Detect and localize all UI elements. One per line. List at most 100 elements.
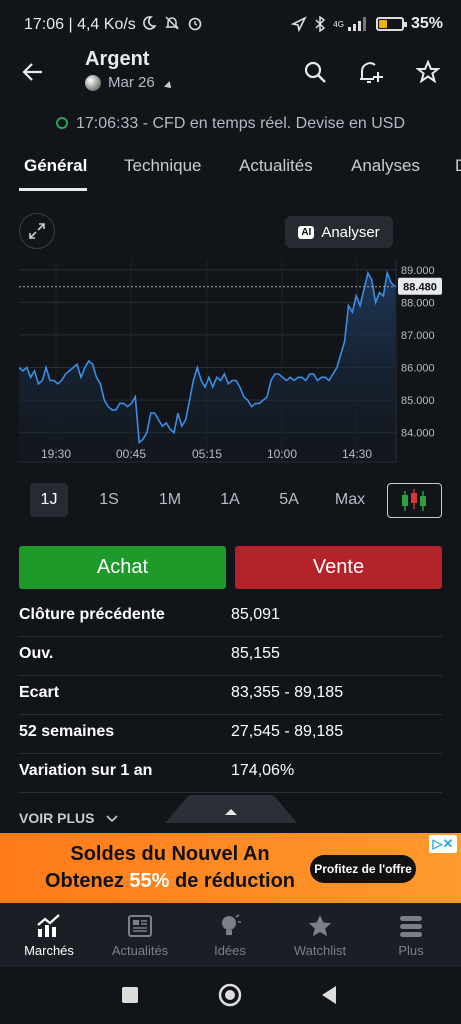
stat-value: 85,155	[231, 645, 280, 662]
stat-row: Ecart 83,355 - 89,185	[19, 676, 442, 715]
see-more-link[interactable]: VOIR PLUS	[19, 810, 118, 826]
newspaper-icon	[128, 915, 152, 937]
price-chart[interactable]: 89.000 88.000 87.000 86.000 85.000 84.000 19:…	[0, 260, 461, 470]
stat-row: Ouv. 85,155	[19, 637, 442, 676]
star-icon	[308, 915, 332, 937]
nav-watchlist[interactable]: Watchlist	[274, 903, 366, 967]
lightbulb-icon	[222, 914, 241, 935]
nav-markets-label: Marchés	[24, 943, 74, 958]
current-price-label: 88.480	[403, 282, 437, 294]
page-title: Argent	[85, 48, 150, 70]
ad-discount: 55%	[129, 870, 170, 892]
tab-analyses[interactable]: Analyses	[351, 156, 420, 176]
bell-off-icon	[164, 16, 179, 30]
range-1m[interactable]: 1M	[150, 483, 190, 517]
contract-label: Mar 26	[108, 74, 155, 91]
see-more-label: VOIR PLUS	[19, 810, 95, 826]
recent-apps-button[interactable]	[122, 987, 138, 1003]
nav-watchlist-label: Watchlist	[293, 943, 347, 958]
moon-icon	[143, 16, 157, 30]
status-time-speed: 17:06 | 4,4 Ko/s	[24, 15, 203, 34]
range-5a[interactable]: 5A	[270, 483, 308, 517]
candlestick-icon	[402, 489, 426, 511]
realtime-info: 17:06:33 - CFD en temps réel. Devise en …	[0, 115, 461, 133]
ad-headline: Soldes du Nouvel An	[70, 843, 270, 865]
expand-chart-button[interactable]	[19, 213, 55, 249]
search-icon[interactable]	[303, 60, 327, 84]
bluetooth-icon	[315, 16, 326, 32]
stat-label: Variation sur 1 an	[19, 762, 153, 779]
location-icon	[291, 16, 308, 32]
y-tick-label: 87.000	[401, 330, 435, 342]
buy-button[interactable]: Achat	[19, 546, 226, 589]
ad-subline-post: de réduction	[169, 870, 296, 892]
nav-news-label: Actualités	[111, 943, 169, 958]
adchoices-icon[interactable]: ▷✕	[429, 835, 457, 853]
ad-subline: Obtenez 55% de réduction	[0, 870, 340, 893]
stat-row: Clôture précédente 85,091	[19, 598, 442, 637]
tab-technique[interactable]: Technique	[124, 156, 202, 176]
nav-ideas[interactable]: Idées	[184, 903, 276, 967]
alarm-icon	[188, 17, 202, 31]
chevron-down-icon	[106, 815, 118, 823]
y-tick-label: 88.000	[401, 297, 435, 309]
expand-icon	[29, 223, 45, 239]
x-tick-label: 10:00	[267, 447, 297, 461]
dropdown-corner-icon	[163, 80, 174, 91]
battery-percent: 35%	[410, 15, 443, 32]
signal-icon	[347, 17, 366, 31]
analyser-label: Analyser	[321, 223, 380, 241]
ai-badge-icon: AI	[298, 225, 315, 239]
ad-banner[interactable]: Soldes du Nouvel An Obtenez 55% de réduc…	[0, 833, 461, 903]
battery-icon	[375, 17, 407, 31]
nav-news[interactable]: Actualités	[94, 903, 186, 967]
range-1s[interactable]: 1S	[90, 483, 128, 517]
status-right: 4G 35%	[291, 15, 443, 33]
back-button[interactable]	[320, 985, 338, 1005]
y-tick-label: 86.000	[401, 363, 435, 375]
silver-icon	[85, 74, 101, 91]
stat-value: 27,545 - 89,185	[231, 723, 344, 740]
nav-markets[interactable]: Marchés	[3, 903, 95, 967]
back-arrow-icon[interactable]	[22, 61, 44, 83]
range-max[interactable]: Max	[328, 483, 372, 517]
x-tick-label: 05:15	[192, 447, 222, 461]
range-1j[interactable]: 1J	[30, 483, 68, 517]
range-1a[interactable]: 1A	[211, 483, 249, 517]
stat-label: Clôture précédente	[19, 606, 165, 623]
status-time-text: 17:06 | 4,4 Ko/s	[24, 16, 136, 33]
stat-label: Ouv.	[19, 645, 54, 662]
bottom-nav: Marchés Actualités Idées Watchlist Plus	[0, 903, 461, 967]
active-tab-indicator	[19, 188, 87, 191]
sell-button[interactable]: Vente	[235, 546, 442, 589]
stat-row: Variation sur 1 an 174,06%	[19, 754, 442, 793]
y-tick-label: 84.000	[401, 428, 435, 440]
network-label: 4G	[333, 19, 344, 29]
status-bar: 17:06 | 4,4 Ko/s 4G 35%	[0, 0, 461, 50]
stat-value: 85,091	[231, 606, 280, 623]
realtime-info-text: 17:06:33 - CFD en temps réel. Devise en …	[75, 115, 406, 132]
x-tick-label: 19:30	[41, 447, 71, 461]
contract-selector[interactable]: Mar 26	[85, 74, 174, 91]
analyser-button[interactable]: AI Analyser	[285, 216, 393, 248]
nav-more[interactable]: Plus	[365, 903, 457, 967]
ad-subline-pre: Obtenez	[44, 870, 130, 892]
menu-icon	[400, 916, 422, 937]
x-tick-label: 14:30	[342, 447, 372, 461]
tab-overflow[interactable]: D	[455, 156, 461, 176]
star-icon[interactable]	[416, 60, 440, 84]
system-nav-bar	[0, 967, 461, 1024]
candlestick-toggle-button[interactable]	[387, 483, 442, 518]
tab-general[interactable]: Général	[24, 156, 87, 176]
home-button[interactable]	[218, 983, 242, 1007]
add-alert-icon[interactable]	[357, 58, 385, 86]
chart-up-icon	[37, 914, 60, 937]
collapse-panel-handle[interactable]	[165, 795, 297, 823]
clock-icon	[55, 117, 68, 129]
y-tick-label: 85.000	[401, 395, 435, 407]
tab-actualites[interactable]: Actualités	[239, 156, 313, 176]
stat-label: 52 semaines	[19, 723, 115, 740]
tab-bar: Général Technique Actualités Analyses D	[0, 156, 461, 192]
nav-more-label: Plus	[398, 943, 424, 958]
ad-cta-button[interactable]: Profitez de l'offre	[310, 855, 416, 883]
